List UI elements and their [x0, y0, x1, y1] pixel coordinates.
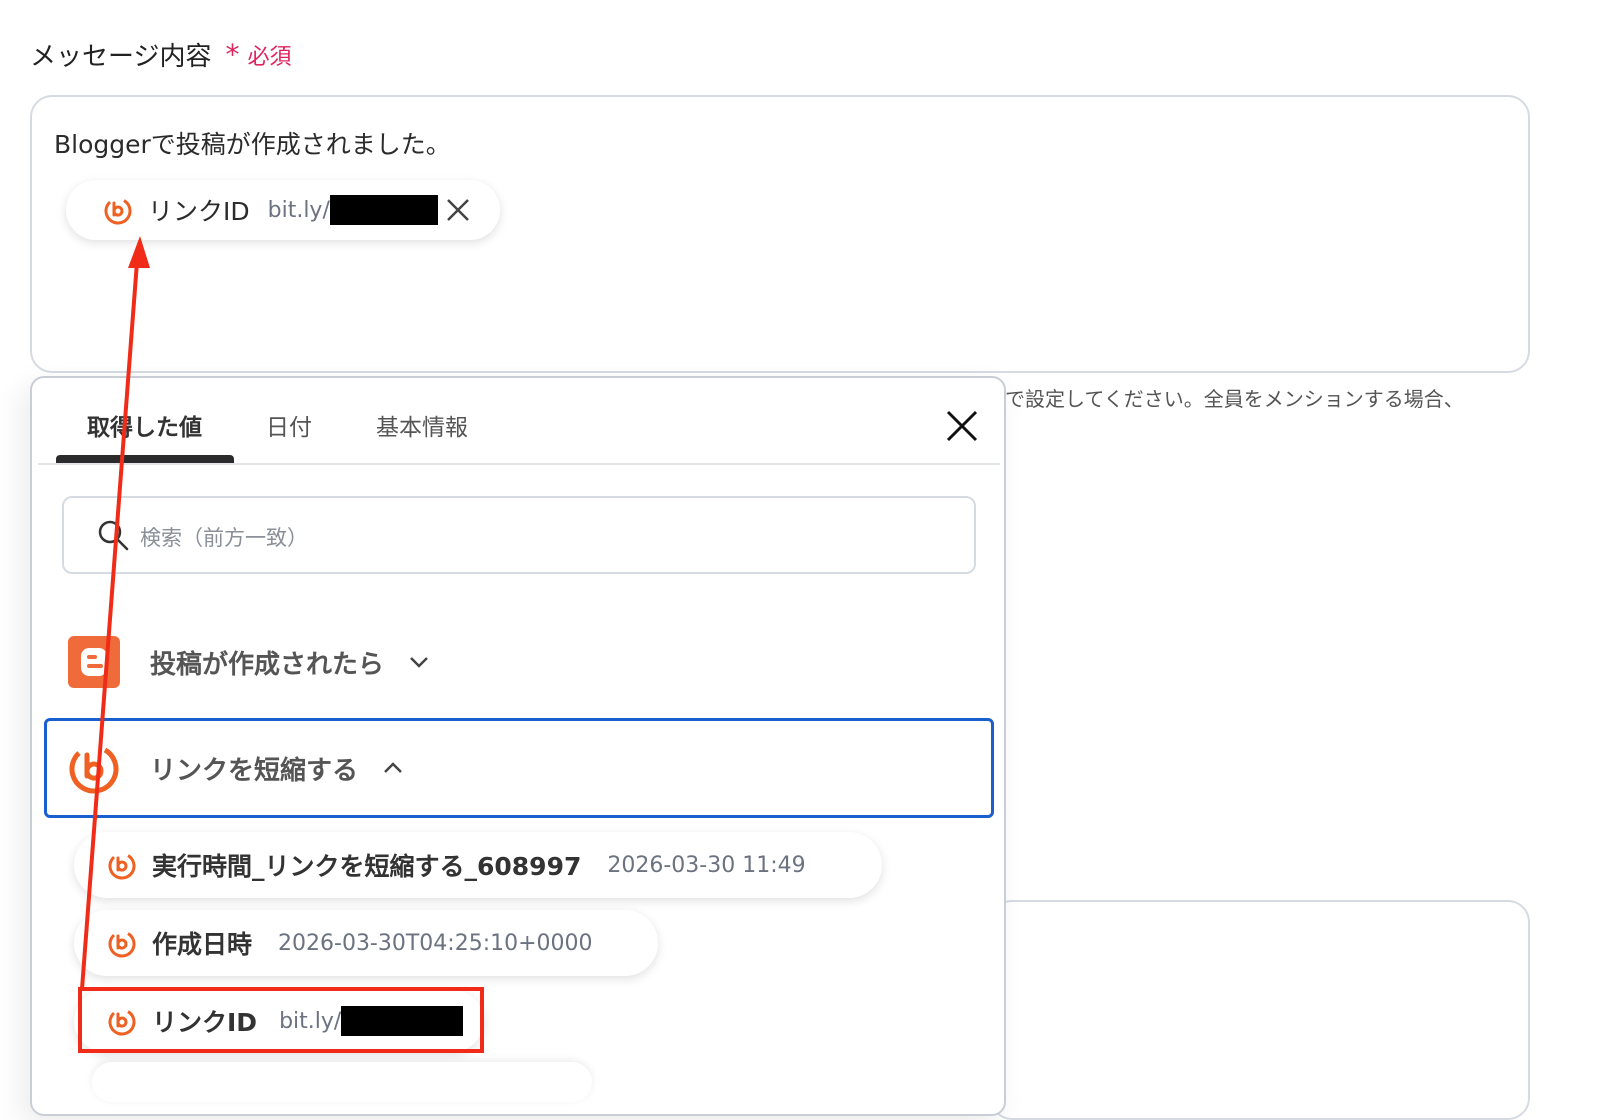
bitly-icon	[104, 197, 132, 225]
chevron-down-icon	[410, 657, 428, 668]
tab-basic-info[interactable]: 基本情報	[376, 408, 468, 442]
active-tab-indicator	[56, 455, 234, 463]
blogger-icon	[68, 636, 120, 688]
item-value: 2026-03-30 11:49	[607, 852, 806, 878]
chevron-up-icon	[384, 762, 402, 773]
item-label: リンクID	[152, 1008, 258, 1037]
search-icon	[98, 520, 129, 551]
list-item-link-id[interactable]: リンクID bit.ly/	[74, 990, 484, 1052]
secondary-field-box[interactable]	[990, 900, 1530, 1120]
close-icon[interactable]	[944, 408, 980, 444]
tab-divider	[38, 463, 1000, 465]
pill-value: bit.ly/	[267, 197, 330, 223]
redacted-value	[341, 1006, 464, 1036]
group-blogger-trigger[interactable]: 投稿が作成されたら	[68, 636, 432, 688]
tab-date[interactable]: 日付	[266, 408, 312, 442]
bitly-icon	[108, 930, 136, 958]
search-input[interactable]: 検索（前方一致）	[62, 496, 976, 574]
bitly-icon	[108, 852, 136, 880]
list-item[interactable]: 実行時間_リンクを短縮する_608997 2026-03-30 11:49	[74, 832, 882, 898]
remove-pill-icon[interactable]	[444, 196, 472, 224]
item-value: bit.ly/	[279, 1008, 342, 1034]
redacted-value	[329, 195, 438, 225]
list-item[interactable]: 作成日時 2026-03-30T04:25:10+0000	[74, 910, 658, 976]
list-item[interactable]	[92, 1062, 592, 1102]
item-label: 作成日時	[152, 930, 253, 959]
bitly-icon	[108, 1008, 136, 1036]
required-star: *	[225, 38, 240, 71]
field-label: メッセージ内容 * 必須	[30, 36, 292, 73]
group-bitly-header[interactable]: リンクを短縮する	[68, 742, 406, 794]
item-label: 実行時間_リンクを短縮する_608997	[152, 852, 582, 881]
required-text: 必須	[247, 44, 292, 70]
search-placeholder: 検索（前方一致）	[140, 526, 308, 550]
field-label-text: メッセージ内容	[30, 42, 212, 72]
inserted-link-id-pill[interactable]: リンクID bit.ly/	[66, 180, 500, 240]
item-value: 2026-03-30T04:25:10+0000	[278, 930, 593, 956]
message-text: Bloggerで投稿が作成されました。	[54, 130, 451, 159]
tab-acquired-values[interactable]: 取得した値	[87, 408, 202, 442]
pill-label: リンクID	[148, 197, 250, 226]
variable-picker-panel: 取得した値 日付 基本情報 検索（前方一致） 投稿が作成されたら リンクを短縮す…	[30, 376, 1006, 1116]
bitly-icon	[69, 744, 119, 794]
group-title: リンクを短縮する	[150, 755, 359, 786]
hint-text: で設定してください。全員をメンションする場合、	[1005, 387, 1464, 411]
group-title: 投稿が作成されたら	[150, 649, 385, 680]
